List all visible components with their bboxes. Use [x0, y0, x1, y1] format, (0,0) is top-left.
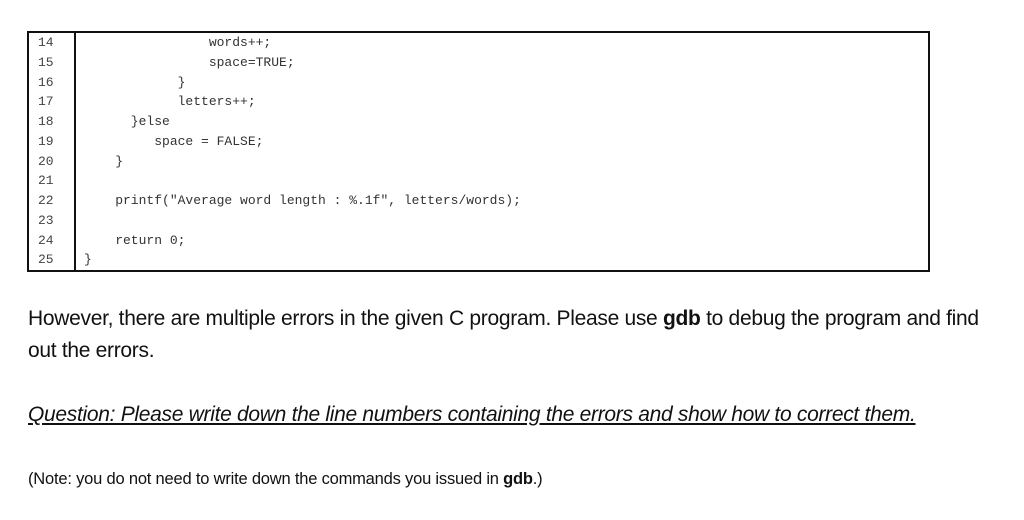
code-cell: words++; [75, 32, 929, 53]
code-cell: space = FALSE; [75, 132, 929, 152]
code-cell: } [75, 152, 929, 172]
code-line: 19 space = FALSE; [28, 131, 929, 152]
code-cell: space=TRUE; [75, 53, 929, 73]
line-number: 24 [38, 232, 54, 248]
code-line: 20 } [28, 151, 929, 172]
code-text: } [84, 153, 124, 169]
code-text: return 0; [84, 232, 186, 248]
code-cell [75, 171, 929, 191]
code-text: space=TRUE; [84, 54, 295, 70]
code-text: } [84, 252, 92, 268]
line-number-cell: 17 [28, 92, 76, 112]
line-number-cell: 15 [28, 52, 76, 73]
line-number-cell: 23 [28, 210, 76, 231]
code-line: 18 }else [28, 112, 929, 132]
code-cell [75, 211, 929, 231]
line-number: 19 [38, 133, 54, 149]
line-number: 17 [38, 94, 54, 110]
line-number-cell: 19 [28, 131, 76, 152]
code-line: 17 letters++; [28, 92, 929, 112]
code-text: letters++; [84, 94, 256, 110]
line-number: 18 [38, 114, 54, 129]
code-listing: 14 words++; 15 space=TRUE; 16 } 17 letters+… [27, 31, 930, 272]
question-paragraph: Question: Please write down the line num… [28, 403, 916, 426]
line-number-cell: 24 [28, 230, 76, 251]
code-cell: } [75, 73, 929, 93]
line-number: 16 [38, 74, 54, 90]
code-cell: printf("Average word length : %.1f", let… [75, 191, 929, 211]
code-line: 21 [28, 171, 929, 191]
line-number: 21 [38, 173, 54, 189]
code-line: 24 return 0; [28, 230, 929, 251]
code-cell: }else [75, 112, 929, 132]
note-text-end: .) [532, 470, 543, 488]
note-text: (Note: you do not need to write down the… [28, 470, 504, 488]
code-line: 22 printf("Average word length : %.1f", … [28, 191, 929, 211]
code-cell: letters++; [75, 92, 929, 112]
code-line: 14 words++; [28, 32, 929, 53]
line-number-cell: 21 [28, 171, 76, 191]
gdb-keyword: gdb [503, 470, 533, 488]
line-number: 23 [38, 212, 54, 228]
code-text: }else [84, 114, 170, 129]
line-number-cell: 25 [28, 250, 76, 271]
code-text: printf("Average word length : %.1f", let… [84, 193, 521, 208]
line-number: 14 [38, 35, 54, 50]
code-text: } [84, 74, 186, 90]
code-cell: return 0; [75, 231, 929, 251]
code-line: 15 space=TRUE; [28, 52, 929, 73]
code-line: 25} [28, 250, 929, 271]
line-number: 15 [38, 54, 54, 70]
note-paragraph: (Note: you do not need to write down the… [28, 467, 988, 491]
line-number-cell: 14 [28, 32, 76, 53]
code-listing-body: 14 words++; 15 space=TRUE; 16 } 17 letters+… [28, 32, 929, 271]
code-cell: } [75, 250, 929, 271]
intro-paragraph: However, there are multiple errors in th… [28, 303, 988, 367]
line-number-cell: 20 [28, 151, 76, 172]
line-number-cell: 22 [28, 191, 76, 211]
code-line: 23 [28, 210, 929, 231]
gdb-keyword: gdb [662, 307, 701, 330]
line-number-cell: 16 [28, 72, 76, 93]
line-number: 22 [38, 193, 54, 208]
code-line: 16 } [28, 72, 929, 93]
code-text: space = FALSE; [84, 133, 264, 149]
line-number: 20 [38, 153, 54, 169]
code-text: words++; [84, 35, 272, 50]
line-number-cell: 18 [28, 112, 76, 132]
line-number: 25 [38, 252, 54, 268]
intro-text: However, there are multiple errors in th… [28, 307, 663, 330]
